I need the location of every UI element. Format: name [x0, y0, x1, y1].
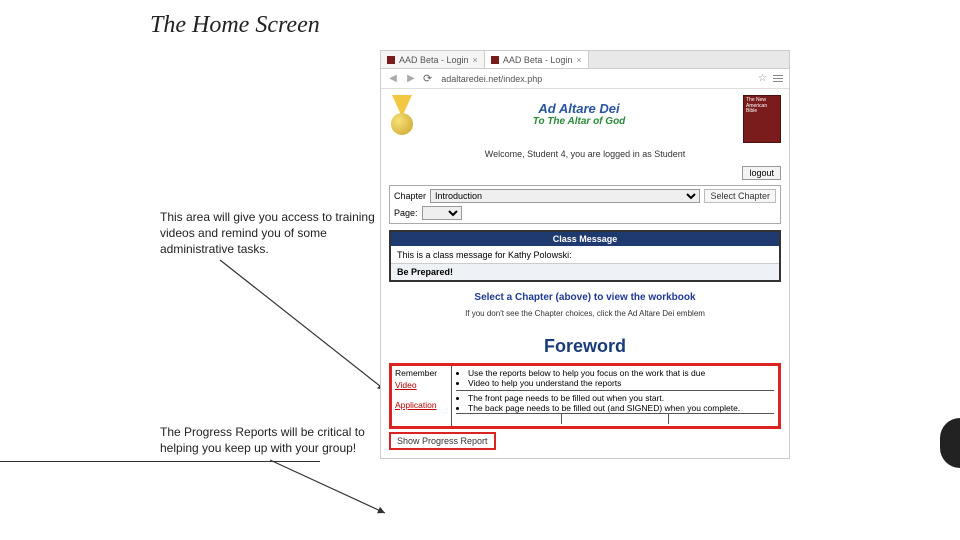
- bible-label: The New American Bible: [746, 98, 778, 115]
- remember-bullet: The back page needs to be filled out (an…: [468, 403, 774, 413]
- show-progress-report-button[interactable]: Show Progress Report: [389, 432, 496, 450]
- chapter-label: Chapter: [394, 191, 426, 201]
- browser-tab[interactable]: AAD Beta - Login ×: [485, 51, 589, 68]
- application-link[interactable]: Application: [395, 400, 448, 412]
- medal-emblem[interactable]: [389, 95, 415, 145]
- remember-bullet: Use the reports below to help you focus …: [468, 368, 774, 378]
- foreword-heading: Foreword: [389, 336, 781, 357]
- tab-strip: AAD Beta - Login × AAD Beta - Login ×: [381, 51, 789, 69]
- video-link[interactable]: Video: [395, 380, 417, 390]
- class-message-line: This is a class message for Kathy Polows…: [397, 250, 773, 260]
- tab-label: AAD Beta - Login: [503, 55, 573, 65]
- browser-tab[interactable]: AAD Beta - Login ×: [381, 51, 485, 68]
- site-title: Ad Altare Dei: [415, 101, 743, 116]
- welcome-text: Welcome, Student 4, you are logged in as…: [389, 149, 781, 159]
- class-message-box: Class Message This is a class message fo…: [389, 230, 781, 282]
- close-icon[interactable]: ×: [473, 55, 478, 65]
- logout-button[interactable]: logout: [742, 166, 781, 180]
- reload-icon[interactable]: ⟳: [423, 72, 432, 85]
- menu-icon[interactable]: [773, 75, 783, 82]
- class-message-header: Class Message: [391, 232, 779, 246]
- favicon-icon: [387, 56, 395, 64]
- remember-label: Remember: [395, 368, 437, 378]
- annotation-progress: The Progress Reports will be critical to…: [160, 424, 390, 456]
- page-select[interactable]: [422, 206, 462, 220]
- favicon-icon: [491, 56, 499, 64]
- browser-window: AAD Beta - Login × AAD Beta - Login × ◀ …: [380, 50, 790, 459]
- address-bar: ◀ ▶ ⟳ adaltaredei.net/index.php ☆: [381, 69, 789, 89]
- url-field[interactable]: adaltaredei.net/index.php: [438, 73, 752, 85]
- chapter-select[interactable]: Introduction: [430, 189, 700, 203]
- annotation-training: This area will give you access to traini…: [160, 209, 390, 258]
- bible-icon: The New American Bible: [743, 95, 781, 143]
- tab-label: AAD Beta - Login: [399, 55, 469, 65]
- remember-bullet: Video to help you understand the reports: [468, 378, 774, 388]
- slide-accent-shape: [940, 418, 960, 468]
- close-icon[interactable]: ×: [576, 55, 581, 65]
- chapter-selector-box: Chapter Introduction Select Chapter Page…: [389, 185, 781, 224]
- site-title-block: Ad Altare Dei To The Altar of God: [415, 95, 743, 127]
- class-message-emphasis: Be Prepared!: [391, 263, 779, 280]
- forward-icon[interactable]: ▶: [405, 73, 417, 85]
- select-chapter-hint: Select a Chapter (above) to view the wor…: [389, 292, 781, 303]
- select-chapter-subhint: If you don't see the Chapter choices, cl…: [389, 309, 781, 318]
- remember-bullet: The front page needs to be filled out wh…: [468, 393, 774, 403]
- arrow-progress: [265, 455, 415, 525]
- bookmark-icon[interactable]: ☆: [758, 73, 767, 84]
- back-icon[interactable]: ◀: [387, 73, 399, 85]
- slide-title: The Home Screen: [150, 12, 320, 39]
- page-content: Ad Altare Dei To The Altar of God The Ne…: [381, 89, 789, 458]
- select-chapter-button[interactable]: Select Chapter: [704, 189, 776, 203]
- remember-box: Remember Video Application Use the repor…: [389, 363, 781, 429]
- site-subtitle: To The Altar of God: [415, 116, 743, 127]
- slide-divider: [0, 461, 320, 462]
- page-label: Page:: [394, 208, 418, 218]
